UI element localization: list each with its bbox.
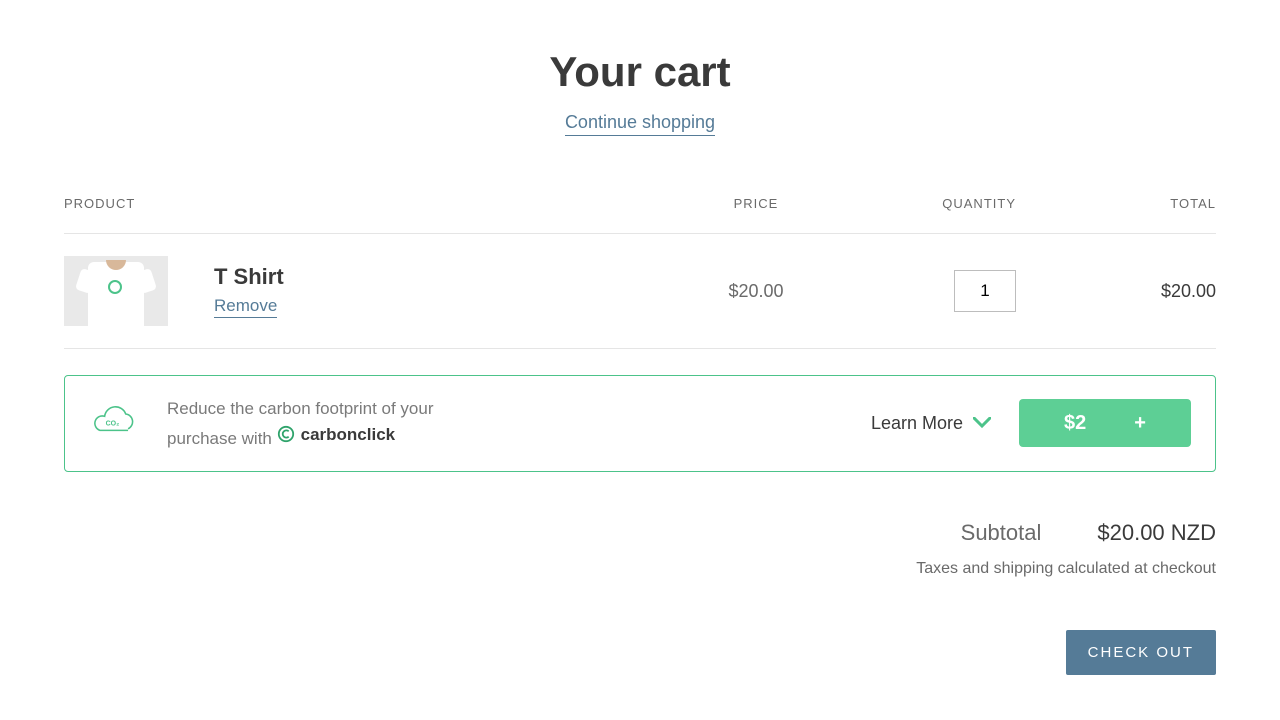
line-price: $20.00 xyxy=(666,281,846,302)
cart-table-header: PRODUCT PRICE QUANTITY TOTAL xyxy=(64,196,1216,234)
carbon-offset-widget: CO₂ Reduce the carbon footprint of your … xyxy=(64,375,1216,472)
plus-icon: + xyxy=(1134,412,1146,435)
cart-totals: Subtotal $20.00 NZD Taxes and shipping c… xyxy=(64,520,1216,578)
carbonclick-logo-icon xyxy=(277,425,295,443)
cart-row: T Shirt Remove $20.00 $20.00 xyxy=(64,234,1216,349)
carbon-text: Reduce the carbon footprint of your purc… xyxy=(167,396,487,451)
tax-note: Taxes and shipping calculated at checkou… xyxy=(64,560,1216,578)
product-name[interactable]: T Shirt xyxy=(214,264,666,290)
learn-more-toggle[interactable]: Learn More xyxy=(871,412,991,435)
add-offset-button[interactable]: $2 + xyxy=(1019,399,1191,447)
line-total: $20.00 xyxy=(1046,281,1216,302)
quantity-input[interactable] xyxy=(954,270,1016,312)
subtotal-value: $20.00 NZD xyxy=(1097,520,1216,546)
page-title: Your cart xyxy=(64,48,1216,96)
checkout-button[interactable]: CHECK OUT xyxy=(1066,630,1216,675)
subtotal-label: Subtotal xyxy=(961,520,1042,546)
carbonclick-brand: carbonclick xyxy=(301,422,396,448)
continue-shopping-link[interactable]: Continue shopping xyxy=(565,112,715,136)
remove-link[interactable]: Remove xyxy=(214,296,277,318)
svg-text:CO₂: CO₂ xyxy=(106,421,120,428)
col-price: PRICE xyxy=(666,196,846,211)
col-product: PRODUCT xyxy=(64,196,666,211)
offset-price: $2 xyxy=(1064,412,1086,435)
chevron-down-icon xyxy=(973,412,991,435)
co2-cloud-icon: CO₂ xyxy=(89,403,139,444)
col-total: TOTAL xyxy=(1046,196,1216,211)
col-quantity: QUANTITY xyxy=(846,196,1046,211)
product-thumbnail[interactable] xyxy=(64,256,168,326)
